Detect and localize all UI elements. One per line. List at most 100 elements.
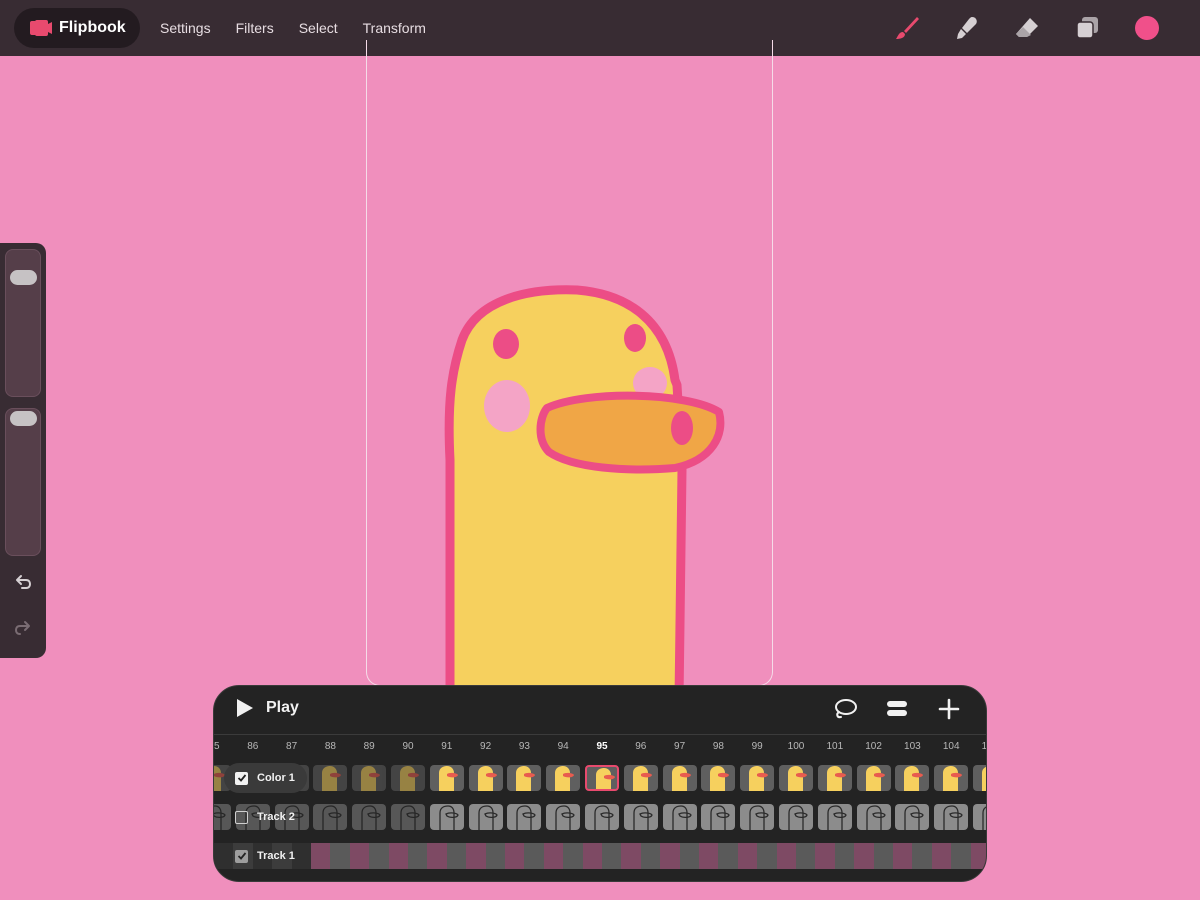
frame-cell[interactable] bbox=[779, 804, 813, 830]
frame-cell[interactable] bbox=[466, 843, 486, 869]
frame-cell[interactable] bbox=[931, 843, 952, 869]
frame-cell[interactable] bbox=[429, 804, 464, 830]
track-frames[interactable] bbox=[214, 841, 986, 871]
frame-cell[interactable] bbox=[349, 843, 370, 869]
frame-number[interactable]: 90 bbox=[402, 741, 413, 752]
app-brand-button[interactable]: Flipbook bbox=[14, 8, 140, 48]
frame-cell[interactable] bbox=[737, 843, 758, 869]
frame-cell[interactable] bbox=[895, 765, 930, 791]
frame-cell[interactable] bbox=[468, 804, 503, 830]
layers-icon[interactable] bbox=[1074, 15, 1100, 41]
frame-cell[interactable] bbox=[893, 843, 913, 869]
track-frames[interactable] bbox=[214, 763, 986, 793]
frame-cell-gap[interactable] bbox=[369, 843, 389, 869]
frame-cell[interactable] bbox=[699, 843, 719, 869]
frame-cell[interactable] bbox=[313, 765, 348, 791]
frame-cell[interactable] bbox=[623, 765, 658, 791]
frame-cell[interactable] bbox=[352, 765, 387, 791]
slider-handle[interactable] bbox=[10, 411, 37, 426]
frame-cell[interactable] bbox=[660, 843, 680, 869]
frame-cell[interactable] bbox=[623, 804, 658, 830]
frame-number[interactable]: 85 bbox=[214, 741, 220, 752]
frame-cell-gap[interactable] bbox=[912, 843, 932, 869]
frame-number[interactable]: 93 bbox=[519, 741, 530, 752]
frame-cell[interactable] bbox=[740, 765, 775, 791]
menu-settings[interactable]: Settings bbox=[160, 20, 211, 36]
frame-number[interactable]: 98 bbox=[713, 741, 724, 752]
frame-cell[interactable] bbox=[701, 804, 736, 830]
frame-cell-gap[interactable] bbox=[679, 843, 699, 869]
frame-cell[interactable] bbox=[507, 804, 542, 830]
frame-cell[interactable] bbox=[970, 843, 986, 869]
frame-number[interactable]: 87 bbox=[286, 741, 297, 752]
redo-icon[interactable] bbox=[11, 617, 35, 641]
frame-cell-gap[interactable] bbox=[640, 843, 661, 869]
frame-number[interactable]: 96 bbox=[635, 741, 646, 752]
frame-number[interactable]: 103 bbox=[904, 741, 921, 752]
frame-number[interactable]: 89 bbox=[364, 741, 375, 752]
frame-cell[interactable] bbox=[856, 765, 891, 791]
frame-cell-gap[interactable] bbox=[873, 843, 893, 869]
frame-number[interactable]: 105 bbox=[982, 741, 986, 752]
add-icon[interactable] bbox=[936, 696, 962, 722]
lasso-icon[interactable] bbox=[832, 696, 858, 722]
frame-cell[interactable] bbox=[662, 765, 697, 791]
frame-number[interactable]: 92 bbox=[480, 741, 491, 752]
frame-cell[interactable] bbox=[427, 843, 447, 869]
checkbox-icon[interactable] bbox=[235, 810, 248, 824]
frame-number[interactable]: 88 bbox=[325, 741, 336, 752]
frame-cell[interactable] bbox=[505, 843, 525, 869]
frame-cell[interactable] bbox=[311, 843, 331, 869]
menu-transform[interactable]: Transform bbox=[363, 20, 426, 36]
frame-cell[interactable] bbox=[934, 804, 969, 830]
frame-cell[interactable] bbox=[817, 804, 852, 830]
brush-size-slider[interactable] bbox=[5, 249, 41, 397]
play-button[interactable]: Play bbox=[234, 698, 299, 718]
frame-cell[interactable] bbox=[391, 765, 425, 791]
frame-number[interactable]: 97 bbox=[674, 741, 685, 752]
frame-cell[interactable] bbox=[621, 843, 641, 869]
frame-cell-gap[interactable] bbox=[796, 843, 816, 869]
checkbox-icon[interactable] bbox=[235, 771, 248, 785]
frame-cell-gap[interactable] bbox=[485, 843, 505, 869]
frame-cell[interactable] bbox=[585, 804, 619, 830]
frame-cell-gap[interactable] bbox=[408, 843, 428, 869]
frame-cell[interactable] bbox=[468, 765, 503, 791]
undo-icon[interactable] bbox=[11, 571, 35, 595]
drawing-canvas[interactable] bbox=[366, 40, 773, 686]
frame-cell[interactable] bbox=[779, 765, 813, 791]
frame-cell[interactable] bbox=[429, 765, 464, 791]
frame-cell-gap[interactable] bbox=[563, 843, 583, 869]
frame-cell[interactable] bbox=[701, 765, 736, 791]
track-frames[interactable] bbox=[214, 802, 986, 832]
frame-number[interactable]: 99 bbox=[752, 741, 763, 752]
frame-cell[interactable] bbox=[585, 765, 619, 791]
frame-cell[interactable] bbox=[776, 843, 796, 869]
frame-cell-gap[interactable] bbox=[602, 843, 622, 869]
frame-cell[interactable] bbox=[817, 765, 852, 791]
frame-cell-gap[interactable] bbox=[330, 843, 350, 869]
slider-handle[interactable] bbox=[10, 270, 37, 285]
frame-cell-gap[interactable] bbox=[834, 843, 855, 869]
frame-cell[interactable] bbox=[662, 804, 697, 830]
frame-number[interactable]: 102 bbox=[865, 741, 882, 752]
smudge-icon[interactable] bbox=[954, 15, 980, 41]
frame-cell[interactable] bbox=[391, 804, 425, 830]
track-toggle-track-1[interactable]: Track 1 bbox=[224, 841, 307, 871]
frame-number[interactable]: 100 bbox=[788, 741, 805, 752]
frame-cell[interactable] bbox=[973, 804, 986, 830]
frame-cell[interactable] bbox=[854, 843, 874, 869]
frame-cell-gap[interactable] bbox=[757, 843, 777, 869]
frame-cell[interactable] bbox=[313, 804, 348, 830]
checkbox-icon[interactable] bbox=[235, 849, 248, 863]
frame-cell[interactable] bbox=[546, 804, 581, 830]
eraser-icon[interactable] bbox=[1014, 15, 1040, 41]
frame-cell-gap[interactable] bbox=[524, 843, 544, 869]
frame-number[interactable]: 95 bbox=[596, 741, 607, 752]
frame-ruler[interactable]: 85 86 87 88 89 90 91 92 93 94 95 96 97 98 99 100 101 102 1… bbox=[214, 738, 986, 756]
frame-number[interactable]: 101 bbox=[826, 741, 843, 752]
frame-number[interactable]: 91 bbox=[441, 741, 452, 752]
color-picker-button[interactable] bbox=[1134, 15, 1160, 41]
frame-cell[interactable] bbox=[815, 843, 835, 869]
opacity-slider[interactable] bbox=[5, 408, 41, 556]
